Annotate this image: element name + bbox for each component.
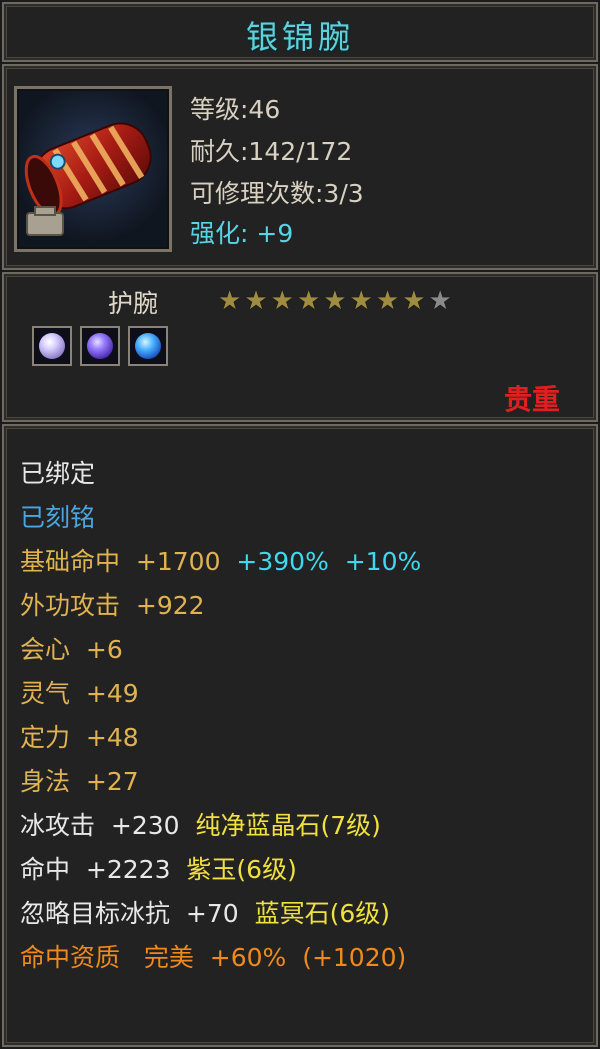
agility-label: 身法	[20, 767, 71, 796]
agility-line: 身法 +27	[20, 762, 139, 798]
ice-attack-line: 冰攻击 +230 纯净蓝晶石(7级)	[20, 806, 381, 842]
star-rating: ★ ★ ★ ★ ★ ★ ★ ★ ★	[218, 288, 452, 314]
item-icon-frame[interactable]	[14, 86, 172, 252]
hit-value: +2223	[85, 855, 171, 884]
durability-text: 耐久:142/172	[190, 137, 353, 166]
star-filled-icon: ★	[244, 286, 268, 316]
focus-line: 定力 +48	[20, 718, 139, 754]
base-hit-bonus-extra: +10%	[344, 547, 422, 576]
star-empty-icon: ★	[428, 286, 452, 316]
ice-attack-gem: 纯净蓝晶石(7级)	[195, 811, 381, 840]
hit-gem: 紫玉(6级)	[186, 855, 297, 884]
focus-value: +48	[85, 723, 139, 752]
blue-crystal-gem-icon[interactable]	[128, 326, 168, 366]
aptitude-label: 命中资质	[20, 943, 121, 972]
level-text: 等级:46	[190, 95, 281, 124]
rarity-label: 贵重	[503, 383, 560, 416]
gem-sockets	[32, 326, 168, 366]
aptitude-extra: (+1020)	[302, 943, 407, 972]
bound-status: 已绑定	[20, 459, 96, 488]
base-hit-value: +1700	[135, 547, 221, 576]
item-type-panel: 护腕 ★ ★ ★ ★ ★ ★ ★ ★ ★ 贵重	[2, 272, 598, 422]
star-filled-icon: ★	[349, 286, 373, 316]
star-filled-icon: ★	[375, 286, 400, 316]
ext-attack-label: 外功攻击	[20, 591, 121, 620]
crit-line: 会心 +6	[20, 630, 123, 666]
base-hit-bonus-pct: +390%	[236, 547, 329, 576]
red-bracer-icon	[24, 122, 152, 236]
title-bar: 银锦腕	[2, 2, 598, 62]
spirit-line: 灵气 +49	[20, 674, 139, 710]
spirit-value: +49	[85, 679, 139, 708]
crit-label: 会心	[20, 635, 71, 664]
white-crystal-gem-icon[interactable]	[32, 326, 72, 366]
ignore-ice-value: +70	[185, 899, 239, 928]
enhance-line: 强化: +9	[190, 214, 293, 250]
crit-value: +6	[85, 635, 123, 664]
base-hit-label: 基础命中	[20, 547, 121, 576]
aptitude-pct: +60%	[209, 943, 287, 972]
ice-attack-value: +230	[110, 811, 180, 840]
focus-label: 定力	[20, 723, 71, 752]
star-filled-icon: ★	[402, 286, 426, 316]
star-filled-icon: ★	[218, 286, 242, 316]
star-filled-icon: ★	[296, 286, 321, 316]
hit-label: 命中	[20, 855, 71, 884]
enhance-value: +9	[256, 219, 294, 248]
ignore-ice-gem: 蓝冥石(6级)	[254, 899, 391, 928]
hit-line: 命中 +2223 紫玉(6级)	[20, 850, 297, 886]
enhance-label: 强化:	[190, 219, 249, 248]
ext-attack-line: 外功攻击 +922	[20, 586, 205, 622]
item-info-panel: 等级:46 耐久:142/172 可修理次数:3/3 强化: +9	[2, 64, 598, 270]
star-filled-icon: ★	[323, 286, 347, 316]
engraved-status: 已刻铭	[20, 503, 96, 532]
ice-attack-label: 冰攻击	[20, 811, 96, 840]
base-hit-line: 基础命中 +1700 +390% +10%	[20, 542, 421, 578]
purple-jade-gem-icon[interactable]	[80, 326, 120, 366]
aptitude-line: 命中资质 完美 +60% (+1020)	[20, 938, 406, 974]
agility-value: +27	[85, 767, 139, 796]
repair-count-text: 可修理次数:3/3	[190, 179, 364, 208]
ignore-ice-line: 忽略目标冰抗 +70 蓝冥石(6级)	[20, 894, 390, 930]
attributes-panel: 已绑定 已刻铭 基础命中 +1700 +390% +10% 外功攻击 +922 …	[2, 424, 598, 1047]
ignore-ice-label: 忽略目标冰抗	[20, 899, 171, 928]
item-type-label: 护腕	[108, 289, 159, 318]
star-filled-icon: ★	[270, 286, 294, 316]
ext-attack-value: +922	[135, 591, 205, 620]
aptitude-grade: 完美	[143, 943, 194, 972]
item-name: 银锦腕	[245, 18, 354, 56]
spirit-label: 灵气	[20, 679, 71, 708]
